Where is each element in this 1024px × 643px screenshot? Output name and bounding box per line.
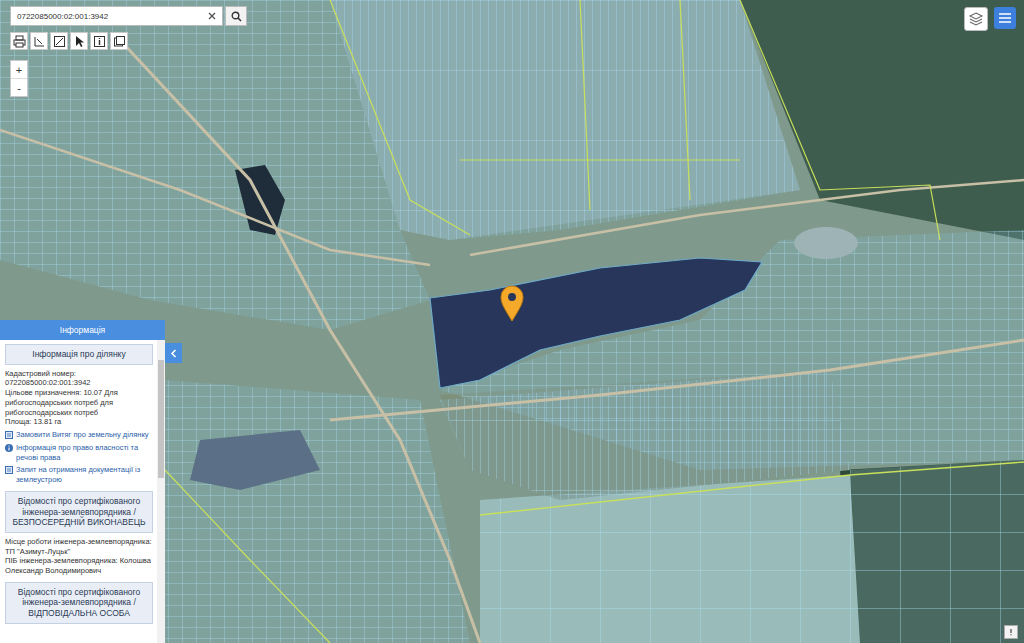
section-title: Відомості про сертифікованого інженера-з… (5, 491, 153, 533)
measure-icon (53, 35, 66, 48)
hamburger-icon (998, 12, 1012, 24)
clear-icon[interactable] (208, 12, 216, 20)
layers-list-icon (113, 35, 126, 48)
info-link[interactable]: Запит на отримання документації із земле… (5, 465, 153, 485)
info-circle-icon (5, 444, 13, 452)
tool-button[interactable] (110, 32, 128, 50)
search-button[interactable] (225, 6, 247, 26)
print-icon (13, 35, 26, 48)
panel-title: Інформація (0, 320, 165, 340)
zoom-button[interactable]: + (11, 61, 27, 79)
info-line: Кадастровий номер: (5, 369, 153, 379)
help-icon (1007, 628, 1015, 636)
tool-button[interactable] (30, 32, 48, 50)
search-value[interactable]: 0722085000:02:001:3942 (17, 12, 208, 21)
layers-button[interactable] (964, 7, 988, 31)
panel-body[interactable]: Інформація про ділянку Кадастровий номер:… (0, 340, 165, 643)
info-line: Площа: 13.81 га (5, 417, 153, 427)
menu-button[interactable] (994, 7, 1016, 29)
chevron-left-icon (170, 349, 177, 358)
info-icon (93, 35, 106, 48)
search-bar: 0722085000:02:001:3942 (10, 6, 247, 26)
location-pin-icon[interactable] (501, 286, 523, 321)
section-title: Інформація про ділянку (5, 344, 153, 365)
tool-button[interactable] (10, 32, 28, 50)
document-icon (5, 431, 13, 439)
coordinates-icon (33, 35, 46, 48)
info-section: Відомості про сертифікованого інженера-з… (5, 491, 153, 576)
map-controls (964, 7, 1016, 31)
zoom-control: +- (10, 60, 28, 97)
tool-button[interactable] (70, 32, 88, 50)
search-field[interactable]: 0722085000:02:001:3942 (10, 6, 223, 26)
info-line: 0722085000:02:001:3942 (5, 378, 153, 388)
info-section: Інформація про ділянку Кадастровий номер:… (5, 344, 153, 485)
zoom-button[interactable]: - (11, 79, 27, 96)
select-icon (73, 35, 86, 48)
tool-button[interactable] (90, 32, 108, 50)
info-link[interactable]: Замовити Витяг про земельну ділянку (5, 430, 153, 440)
collapse-panel-button[interactable] (165, 343, 182, 363)
help-button[interactable] (1004, 625, 1018, 639)
magnifier-icon (231, 11, 242, 22)
info-panel: Інформація Інформація про ділянку Кадастро… (0, 320, 165, 643)
section-title: Відомості про сертифікованого інженера-з… (5, 582, 153, 624)
map-toolbar (10, 32, 128, 50)
info-line: Місце роботи інженера-землевпорядника: Т… (5, 537, 153, 557)
info-link[interactable]: Інформація про право власності та речові… (5, 443, 153, 463)
scrollbar[interactable] (157, 340, 165, 643)
map-app: 0722085000:02:001:3942+-ІнформаціяІнформ… (0, 0, 1024, 643)
info-section: Відомості про сертифікованого інженера-з… (5, 582, 153, 628)
layers-icon (968, 11, 984, 27)
document-icon (5, 466, 13, 474)
info-line: Цільове призначення: 10.07 Для рибогоспо… (5, 388, 153, 417)
tool-button[interactable] (50, 32, 68, 50)
scrollbar-thumb[interactable] (158, 360, 164, 478)
info-line: ПІБ інженера-землевпорядника: Колошва Ол… (5, 556, 153, 576)
